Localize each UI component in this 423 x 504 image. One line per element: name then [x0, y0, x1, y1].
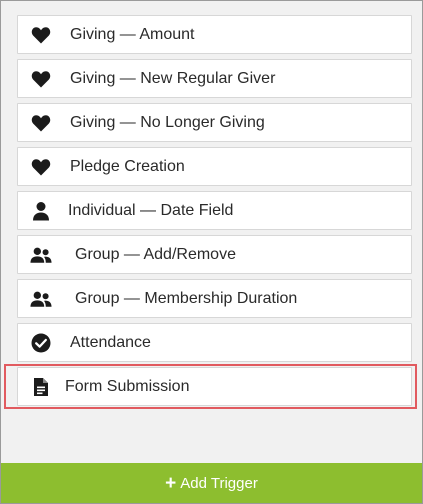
trigger-label: Group — Add/Remove [75, 245, 236, 263]
trigger-item-pledge-creation[interactable]: Pledge Creation [17, 147, 412, 186]
trigger-panel: Giving — Amount Giving — New Regular Giv… [0, 0, 423, 504]
group-icon [30, 245, 52, 265]
trigger-label: Individual — Date Field [68, 201, 234, 219]
heart-icon [30, 25, 52, 45]
trigger-item-individual-date-field[interactable]: Individual — Date Field [17, 191, 412, 230]
trigger-label: Giving — No Longer Giving [70, 113, 265, 131]
plus-icon: + [165, 472, 177, 494]
heart-icon [30, 69, 52, 89]
trigger-item-group-membership-duration[interactable]: Group — Membership Duration [17, 279, 412, 318]
trigger-list: Giving — Amount Giving — New Regular Giv… [17, 15, 412, 411]
heart-icon [30, 157, 52, 177]
heart-icon [30, 113, 52, 133]
add-trigger-label: Add Trigger [180, 474, 258, 492]
document-icon [30, 377, 52, 397]
trigger-label: Giving — Amount [70, 25, 195, 43]
trigger-item-giving-no-longer-giving[interactable]: Giving — No Longer Giving [17, 103, 412, 142]
trigger-label: Form Submission [65, 377, 190, 395]
trigger-item-group-add-remove[interactable]: Group — Add/Remove [17, 235, 412, 274]
add-trigger-button[interactable]: + Add Trigger [1, 463, 422, 503]
trigger-label: Giving — New Regular Giver [70, 69, 276, 87]
trigger-item-attendance[interactable]: Attendance [17, 323, 412, 362]
trigger-label: Group — Membership Duration [75, 289, 298, 307]
trigger-label: Attendance [70, 333, 151, 351]
group-icon [30, 289, 52, 309]
trigger-item-form-submission[interactable]: Form Submission [17, 367, 412, 406]
trigger-item-giving-new-regular-giver[interactable]: Giving — New Regular Giver [17, 59, 412, 98]
trigger-label: Pledge Creation [70, 157, 185, 175]
trigger-item-giving-amount[interactable]: Giving — Amount [17, 15, 412, 54]
person-icon [30, 201, 52, 221]
check-circle-icon [30, 333, 52, 353]
